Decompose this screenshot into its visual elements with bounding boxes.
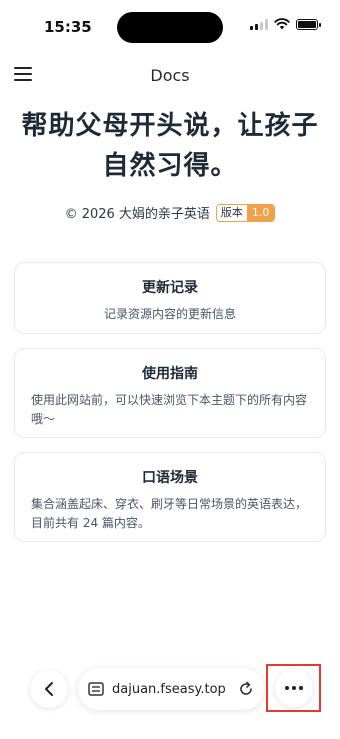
- version-number: 1.0: [246, 204, 275, 221]
- card-description: 集合涵盖起床、穿衣、刷牙等日常场景的英语表达，目前共有 24 篇内容。: [31, 497, 308, 530]
- status-bar: 15:35: [0, 0, 340, 54]
- nav-title: Docs: [150, 66, 190, 85]
- page-title: 帮助父母开头说，让孩子自然习得。: [21, 111, 319, 181]
- card-title: 使用指南: [142, 366, 198, 382]
- url-text[interactable]: dajuan.fseasy.top: [112, 682, 230, 697]
- dynamic-island: [117, 12, 223, 43]
- more-dots-icon[interactable]: [274, 669, 313, 707]
- copyright-text: © 2026 大娟的亲子英语: [64, 207, 210, 222]
- card-title: 更新记录: [142, 280, 198, 296]
- card-description: 使用此网站前，可以快速浏览下本主题下的所有内容哦～: [31, 393, 308, 426]
- version-label: 版本: [216, 204, 247, 221]
- card-user-guide[interactable]: 使用指南 使用此网站前，可以快速浏览下本主题下的所有内容哦～: [14, 348, 326, 438]
- card-update-log[interactable]: 更新记录 记录资源内容的更新信息: [14, 262, 326, 334]
- wifi-icon: [274, 18, 290, 30]
- battery-icon: [296, 18, 321, 30]
- signal-icon: [250, 18, 268, 30]
- status-time: 15:35: [44, 18, 92, 36]
- back-button[interactable]: [30, 670, 68, 708]
- card-description: 记录资源内容的更新信息: [103, 307, 236, 321]
- status-icons: [250, 18, 321, 30]
- top-nav: Docs: [0, 60, 340, 92]
- card-spoken-scenes[interactable]: 口语场景 集合涵盖起床、穿衣、刷牙等日常场景的英语表达，目前共有 24 篇内容。: [14, 452, 326, 542]
- page-layout-icon[interactable]: [88, 682, 104, 696]
- more-options-button[interactable]: [266, 664, 321, 712]
- battery-level: [298, 20, 316, 28]
- version-badge: 版本 1.0: [215, 203, 276, 222]
- copyright-row: © 2026 大娟的亲子英语 版本 1.0: [0, 203, 340, 222]
- chevron-left-icon: [45, 682, 53, 696]
- reload-icon[interactable]: [238, 681, 254, 697]
- card-title: 口语场景: [142, 470, 198, 486]
- address-bar[interactable]: dajuan.fseasy.top: [78, 668, 264, 710]
